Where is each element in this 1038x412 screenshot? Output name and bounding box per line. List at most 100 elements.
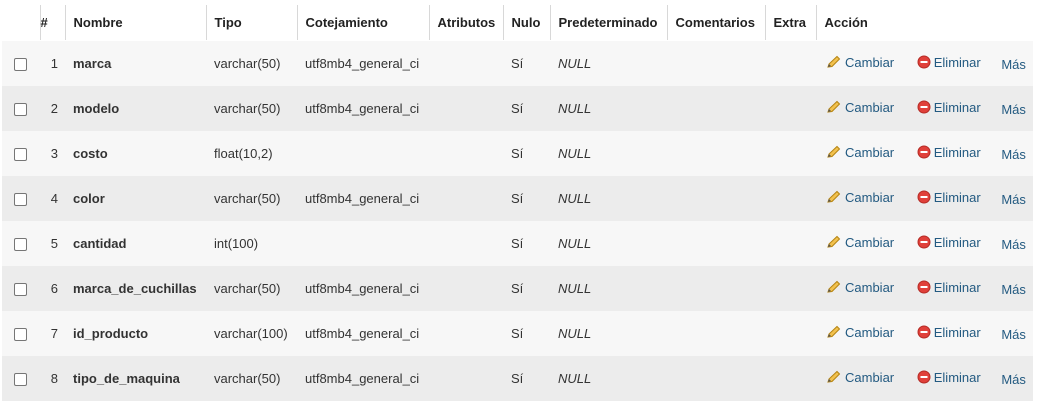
drop-label: Eliminar [933, 324, 981, 340]
drop-link[interactable]: Eliminar [917, 100, 981, 115]
more-link[interactable]: Más [1001, 57, 1026, 72]
drop-icon [917, 280, 931, 294]
change-link[interactable]: Cambiar [826, 55, 894, 70]
pencil-icon [826, 370, 842, 384]
column-type: varchar(50) [206, 40, 297, 86]
drop-label: Eliminar [933, 234, 981, 250]
more-link[interactable]: Más [1001, 327, 1026, 342]
row-select-cell [2, 221, 40, 266]
row-checkbox[interactable] [14, 103, 27, 117]
row-number: 5 [40, 221, 65, 266]
column-extra [765, 221, 816, 266]
row-actions: Cambiar Eliminar Más [816, 131, 1033, 176]
change-link[interactable]: Cambiar [826, 100, 894, 115]
column-default: NULL [550, 86, 667, 131]
pencil-icon [826, 145, 842, 159]
drop-icon [917, 190, 931, 204]
column-default: NULL [550, 40, 667, 86]
column-collation [297, 131, 429, 176]
row-checkbox[interactable] [14, 58, 27, 72]
row-checkbox[interactable] [14, 373, 27, 387]
change-link[interactable]: Cambiar [826, 370, 894, 385]
column-type: int(100) [206, 221, 297, 266]
header-number[interactable]: # [40, 5, 66, 41]
structure-table: # Nombre Tipo Cotejamiento Atributos Nul… [2, 5, 1033, 401]
column-name: color [65, 176, 206, 221]
header-nombre[interactable]: Nombre [65, 5, 207, 41]
drop-link[interactable]: Eliminar [917, 235, 981, 250]
column-attributes [429, 40, 503, 86]
row-checkbox[interactable] [14, 238, 27, 252]
column-attributes [429, 86, 503, 131]
table-row: 7 id_producto varchar(100) utf8mb4_gener… [2, 311, 1033, 356]
header-atributos[interactable]: Atributos [429, 5, 504, 41]
table-body: 1 marca varchar(50) utf8mb4_general_ci S… [2, 40, 1033, 401]
header-tipo[interactable]: Tipo [206, 5, 298, 41]
column-collation: utf8mb4_general_ci [297, 86, 429, 131]
column-type: varchar(100) [206, 311, 297, 356]
drop-link[interactable]: Eliminar [917, 145, 981, 160]
table-row: 5 cantidad int(100) Sí NULL Cambiar Elim… [2, 221, 1033, 266]
header-comentarios[interactable]: Comentarios [667, 5, 766, 41]
column-attributes [429, 311, 503, 356]
change-label: Cambiar [845, 234, 895, 250]
more-link[interactable]: Más [1001, 147, 1026, 162]
more-link[interactable]: Más [1001, 192, 1026, 207]
drop-label: Eliminar [933, 99, 981, 115]
column-name: marca_de_cuchillas [65, 266, 206, 311]
more-link[interactable]: Más [1001, 372, 1026, 387]
column-collation [297, 221, 429, 266]
row-select-cell [2, 86, 40, 131]
column-comments [667, 131, 765, 176]
drop-link[interactable]: Eliminar [917, 190, 981, 205]
column-name: cantidad [65, 221, 206, 266]
column-attributes [429, 221, 503, 266]
row-actions: Cambiar Eliminar Más [816, 311, 1033, 356]
row-checkbox[interactable] [14, 328, 27, 342]
drop-icon [917, 55, 931, 69]
change-link[interactable]: Cambiar [826, 280, 894, 295]
header-cotejamiento[interactable]: Cotejamiento [297, 5, 430, 41]
change-link[interactable]: Cambiar [826, 325, 894, 340]
row-checkbox[interactable] [14, 193, 27, 207]
column-default: NULL [550, 311, 667, 356]
column-extra [765, 266, 816, 311]
more-link[interactable]: Más [1001, 102, 1026, 117]
column-comments [667, 221, 765, 266]
column-attributes [429, 131, 503, 176]
change-link[interactable]: Cambiar [826, 145, 894, 160]
column-null: Sí [503, 221, 550, 266]
row-number: 8 [40, 356, 65, 401]
row-actions: Cambiar Eliminar Más [816, 86, 1033, 131]
drop-link[interactable]: Eliminar [917, 325, 981, 340]
change-link[interactable]: Cambiar [826, 235, 894, 250]
drop-link[interactable]: Eliminar [917, 280, 981, 295]
drop-link[interactable]: Eliminar [917, 370, 981, 385]
table-row: 2 modelo varchar(50) utf8mb4_general_ci … [2, 86, 1033, 131]
column-default: NULL [550, 176, 667, 221]
column-comments [667, 86, 765, 131]
row-checkbox[interactable] [14, 283, 27, 297]
column-null: Sí [503, 311, 550, 356]
more-link[interactable]: Más [1001, 282, 1026, 297]
header-predeterminado[interactable]: Predeterminado [550, 5, 668, 41]
change-label: Cambiar [845, 189, 895, 205]
column-null: Sí [503, 176, 550, 221]
column-null: Sí [503, 356, 550, 401]
pencil-icon [826, 100, 842, 114]
header-nulo[interactable]: Nulo [503, 5, 551, 41]
table-row: 8 tipo_de_maquina varchar(50) utf8mb4_ge… [2, 356, 1033, 401]
row-checkbox[interactable] [14, 148, 27, 162]
row-actions: Cambiar Eliminar Más [816, 356, 1033, 401]
change-link[interactable]: Cambiar [826, 190, 894, 205]
row-number: 1 [40, 40, 65, 86]
drop-label: Eliminar [933, 369, 981, 385]
header-extra[interactable]: Extra [765, 5, 817, 41]
column-collation: utf8mb4_general_ci [297, 356, 429, 401]
more-link[interactable]: Más [1001, 237, 1026, 252]
column-name: modelo [65, 86, 206, 131]
drop-link[interactable]: Eliminar [917, 55, 981, 70]
column-comments [667, 176, 765, 221]
column-collation: utf8mb4_general_ci [297, 311, 429, 356]
column-name: marca [65, 40, 206, 86]
